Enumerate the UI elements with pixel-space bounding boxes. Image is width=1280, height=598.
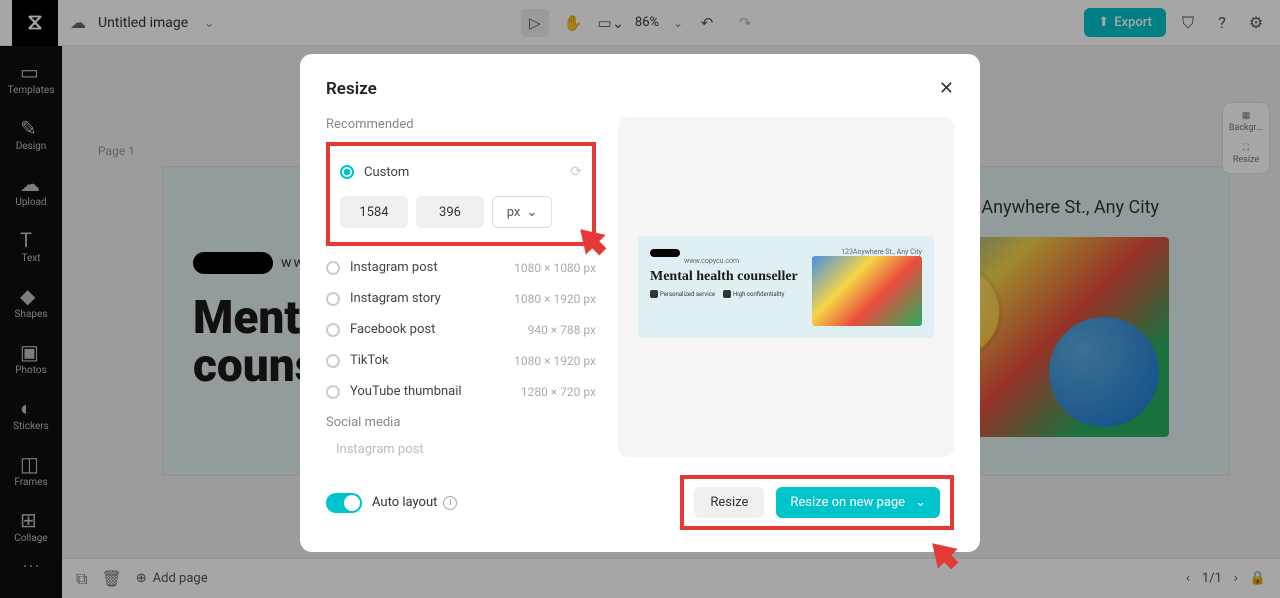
radio-selected-icon [340,165,354,179]
preview-heading: Mental health counseller [650,269,802,284]
resize-new-page-label: Resize on new page [790,495,905,510]
preview-image [812,256,922,326]
option-instagram-post[interactable]: Instagram post1080 × 1080 px [326,252,596,283]
footer-buttons-highlight: Resize Resize on new page ⌄ [680,475,954,530]
custom-label: Custom [364,165,409,180]
recommended-label: Recommended [326,117,596,132]
chevron-down-icon: ⌄ [526,205,537,220]
resize-modal: Resize ✕ Recommended Custom ⟳ px ⌄ [300,54,980,552]
option-custom[interactable]: Custom ⟳ [340,156,582,188]
option-tiktok[interactable]: TikTok1080 × 1920 px [326,345,596,376]
close-icon[interactable]: ✕ [939,78,954,99]
social-instagram-post[interactable]: Instagram post [326,440,596,457]
preview-card: www.copycu.com Mental health counseller … [638,236,934,338]
unit-select[interactable]: px ⌄ [492,196,552,228]
option-facebook-post[interactable]: Facebook post940 × 788 px [326,314,596,345]
preview-address: 123Anywhere St., Any City [812,248,922,256]
social-media-label: Social media [326,415,596,430]
chevron-down-icon: ⌄ [915,495,926,510]
preview-badge-2: High confidentiality [723,290,784,298]
auto-layout-toggle[interactable] [326,493,362,513]
refresh-icon[interactable]: ⟳ [570,164,582,180]
modal-title: Resize [326,79,377,99]
info-icon[interactable]: i [443,496,457,510]
custom-option-highlight: Custom ⟳ px ⌄ [326,142,596,246]
unit-label: px [507,205,521,220]
resize-button[interactable]: Resize [694,487,764,518]
resize-new-page-button[interactable]: Resize on new page ⌄ [776,487,940,518]
preview-badge-1: Personalized service [650,290,715,298]
preview-pane: www.copycu.com Mental health counseller … [618,117,954,457]
option-instagram-story[interactable]: Instagram story1080 × 1920 px [326,283,596,314]
option-youtube-thumbnail[interactable]: YouTube thumbnail1280 × 720 px [326,376,596,407]
width-input[interactable] [340,196,408,228]
height-input[interactable] [416,196,484,228]
auto-layout-label: Auto layout [372,495,437,510]
preview-url: www.copycu.com [684,257,739,265]
